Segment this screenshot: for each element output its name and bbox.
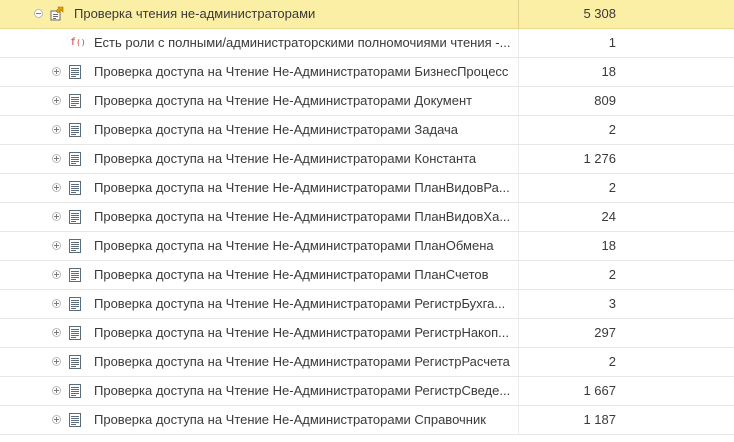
tree-row-value: 2 (608, 122, 616, 137)
tree-row-value: 1 (608, 35, 616, 50)
expand-icon[interactable] (52, 125, 61, 134)
value-cell: 2 (518, 116, 734, 144)
document-icon (69, 239, 81, 253)
document-icon (69, 94, 81, 108)
tree-row-value: 18 (601, 64, 616, 79)
tree-row-item[interactable]: Проверка доступа на Чтение Не-Администра… (0, 377, 734, 406)
tree-row-value: 1 276 (583, 151, 616, 166)
document-icon (69, 413, 81, 427)
value-cell: 2 (518, 174, 734, 202)
document-icon (69, 65, 81, 79)
tree-row-value: 3 (608, 296, 616, 311)
expand-icon[interactable] (52, 67, 61, 76)
tree-row-value: 24 (601, 209, 616, 224)
document-icon (69, 123, 81, 137)
tree-row-item[interactable]: Проверка доступа на Чтение Не-Администра… (0, 116, 734, 145)
expand-icon[interactable] (52, 212, 61, 221)
value-cell: 5 308 (518, 0, 734, 28)
value-cell: 1 187 (518, 406, 734, 434)
expand-icon[interactable] (52, 241, 61, 250)
tree-row-value: 5 308 (583, 6, 616, 21)
tree-row-value: 809 (594, 93, 616, 108)
value-cell: 24 (518, 203, 734, 231)
value-cell: 297 (518, 319, 734, 347)
tree-row-value: 18 (601, 238, 616, 253)
tree-row-label: Проверка доступа на Чтение Не-Администра… (94, 180, 510, 195)
report-tree: Проверка чтения не-администраторами 5 30… (0, 0, 734, 442)
value-cell: 1 (518, 29, 734, 57)
tree-row-item[interactable]: Проверка доступа на Чтение Не-Администра… (0, 319, 734, 348)
tree-row-root[interactable]: Проверка чтения не-администраторами 5 30… (0, 0, 734, 29)
tree-row-item[interactable]: Проверка доступа на Чтение Не-Администра… (0, 290, 734, 319)
tree-row-value: 2 (608, 354, 616, 369)
document-icon (69, 210, 81, 224)
expand-icon[interactable] (52, 183, 61, 192)
expand-icon[interactable] (52, 386, 61, 395)
document-icon (69, 181, 81, 195)
tree-row-label: Проверка доступа на Чтение Не-Администра… (94, 412, 486, 427)
expand-icon[interactable] (52, 415, 61, 424)
function-icon: f() (70, 36, 86, 50)
tree-row-item[interactable]: Проверка доступа на Чтение Не-Администра… (0, 174, 734, 203)
tree-row-item[interactable]: Проверка доступа на Чтение Не-Администра… (0, 203, 734, 232)
tree-row-function[interactable]: f() Есть роли с полными/администраторски… (0, 29, 734, 58)
tree-row-label: Есть роли с полными/администраторскими п… (94, 35, 511, 50)
value-cell: 18 (518, 58, 734, 86)
value-cell: 1 276 (518, 145, 734, 173)
tree-row-label: Проверка доступа на Чтение Не-Администра… (94, 383, 511, 398)
expand-icon[interactable] (52, 357, 61, 366)
tree-row-item[interactable]: Проверка доступа на Чтение Не-Администра… (0, 232, 734, 261)
document-icon (69, 152, 81, 166)
tree-row-label: Проверка чтения не-администраторами (74, 6, 316, 21)
function-icon-paren: () (76, 38, 86, 47)
value-cell: 3 (518, 290, 734, 318)
value-cell: 18 (518, 232, 734, 260)
expand-icon[interactable] (52, 154, 61, 163)
tree-row-value: 2 (608, 180, 616, 195)
expand-icon[interactable] (52, 270, 61, 279)
tree-row-item[interactable]: Проверка доступа на Чтение Не-Администра… (0, 261, 734, 290)
value-cell: 1 667 (518, 377, 734, 405)
expand-icon[interactable] (52, 299, 61, 308)
tree-row-label: Проверка доступа на Чтение Не-Администра… (94, 354, 510, 369)
document-icon (69, 268, 81, 282)
tree-row-value: 1 667 (583, 383, 616, 398)
document-icon (69, 326, 81, 340)
tree-row-label: Проверка доступа на Чтение Не-Администра… (94, 122, 459, 137)
value-cell: 809 (518, 87, 734, 115)
tree-row-label: Проверка доступа на Чтение Не-Администра… (94, 64, 509, 79)
tree-row-label: Проверка доступа на Чтение Не-Администра… (94, 151, 477, 166)
tree-row-value: 1 187 (583, 412, 616, 427)
value-cell: 2 (518, 261, 734, 289)
value-cell: 2 (518, 348, 734, 376)
expand-icon[interactable] (52, 328, 61, 337)
tree-row-item[interactable]: Проверка доступа на Чтение Не-Администра… (0, 58, 734, 87)
tree-row-label: Проверка доступа на Чтение Не-Администра… (94, 325, 509, 340)
tree-row-value: 297 (594, 325, 616, 340)
tree-row-item[interactable]: Проверка доступа на Чтение Не-Администра… (0, 87, 734, 116)
tree-row-label: Проверка доступа на Чтение Не-Администра… (94, 296, 506, 311)
tree-row-item[interactable]: Проверка доступа на Чтение Не-Администра… (0, 406, 734, 435)
document-icon (69, 297, 81, 311)
tree-row-label: Проверка доступа на Чтение Не-Администра… (94, 93, 473, 108)
tree-row-label: Проверка доступа на Чтение Не-Администра… (94, 209, 511, 224)
tree-row-value: 2 (608, 267, 616, 282)
tree-row-item[interactable]: Проверка доступа на Чтение Не-Администра… (0, 145, 734, 174)
collapse-icon[interactable] (34, 9, 43, 18)
document-icon (69, 384, 81, 398)
tree-row-label: Проверка доступа на Чтение Не-Администра… (94, 267, 489, 282)
expand-icon[interactable] (52, 96, 61, 105)
document-icon (69, 355, 81, 369)
tree-row-label: Проверка доступа на Чтение Не-Администра… (94, 238, 494, 253)
tree-row-item[interactable]: Проверка доступа на Чтение Не-Администра… (0, 348, 734, 377)
group-settings-icon (49, 6, 65, 22)
